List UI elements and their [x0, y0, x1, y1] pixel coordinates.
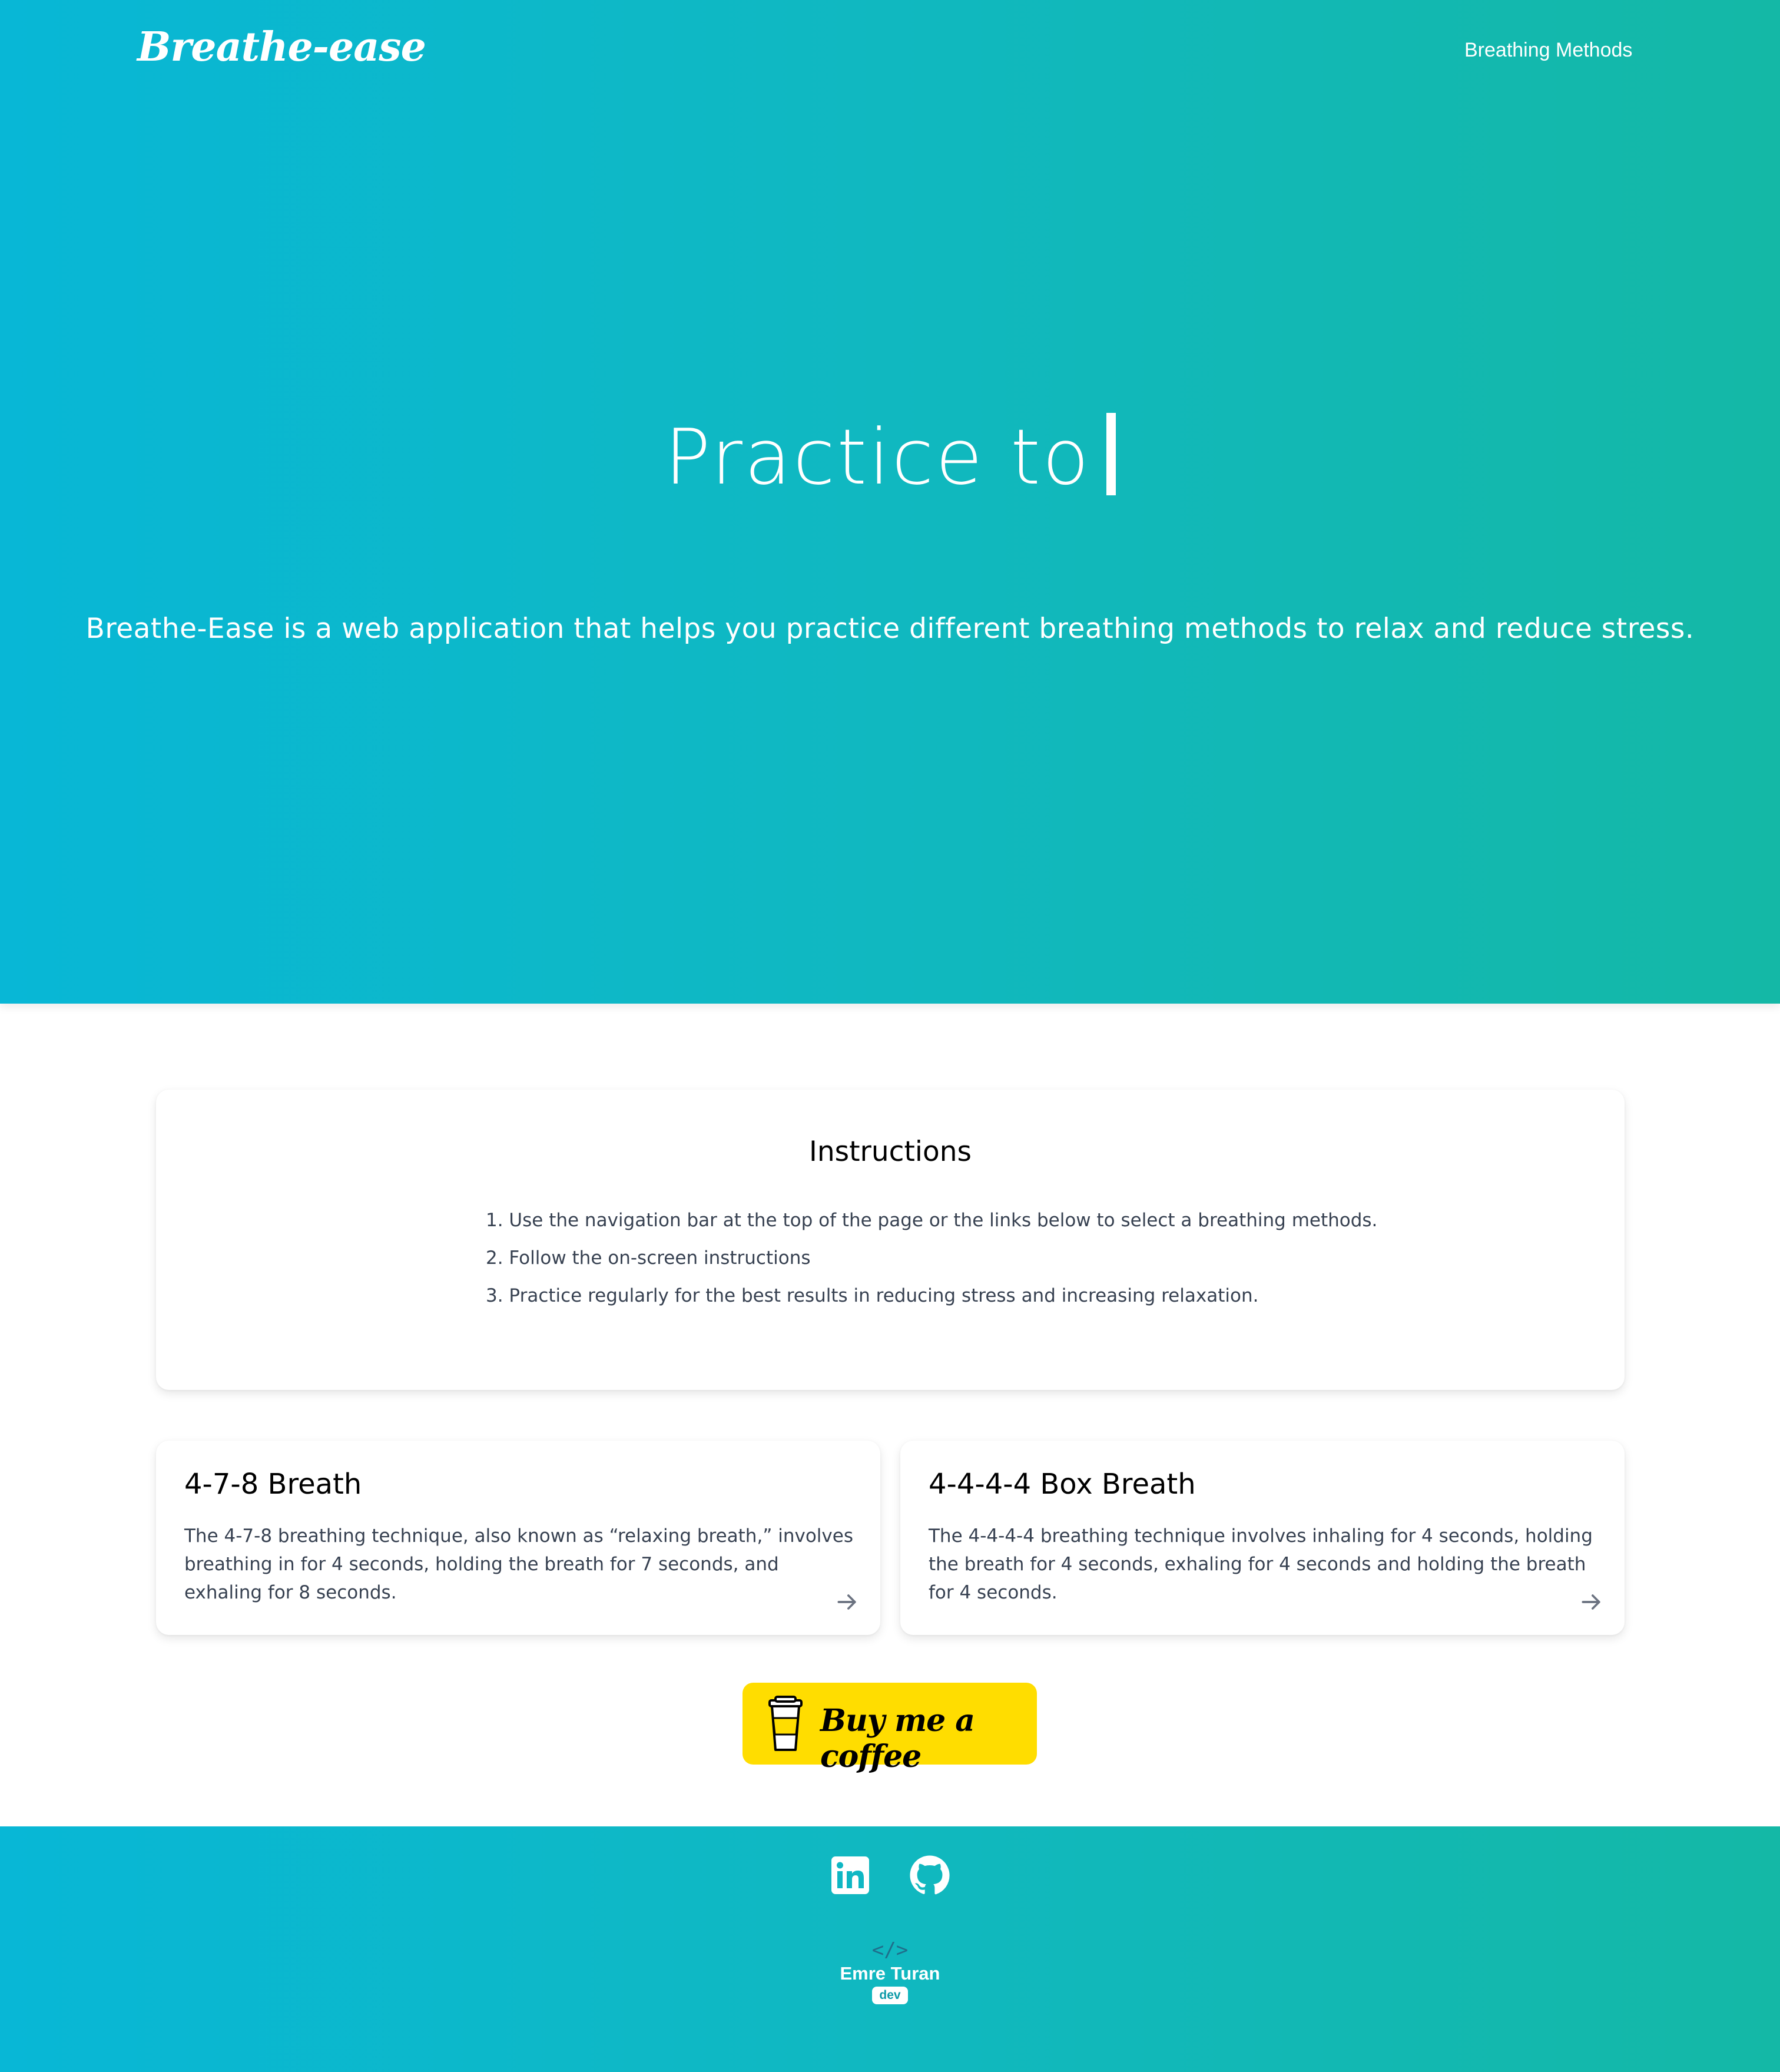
- method-title: 4-7-8 Breath: [184, 1468, 362, 1501]
- hero-title: Practice to: [0, 412, 1780, 502]
- method-description: The 4-4-4-4 breathing technique involves…: [929, 1525, 1593, 1603]
- instructions-list: 1. Use the navigation bar at the top of …: [486, 1202, 1377, 1315]
- method-title: 4-4-4-4 Box Breath: [929, 1468, 1196, 1501]
- hero-subtitle: Breathe-Ease is a web application that h…: [85, 613, 1695, 645]
- hero-section: Breathe-ease Breathing Methods Practice …: [0, 0, 1780, 1004]
- instruction-item: 1. Use the navigation bar at the top of …: [486, 1210, 1378, 1231]
- dev-badge: dev: [872, 1987, 908, 2004]
- developer-credit[interactable]: </> Emre Turan dev: [0, 1938, 1780, 2004]
- github-icon[interactable]: [909, 1855, 950, 1896]
- developer-name: Emre Turan: [840, 1963, 940, 1984]
- brand-logo[interactable]: Breathe-ease: [137, 24, 426, 71]
- code-icon: </>: [871, 1938, 909, 1962]
- instructions-title: Instructions: [808, 1136, 972, 1168]
- typing-cursor: [1106, 413, 1116, 495]
- instructions-card: Instructions 1. Use the navigation bar a…: [156, 1090, 1625, 1390]
- coffee-cup-icon: [768, 1696, 803, 1751]
- buy-me-a-coffee-button[interactable]: Buy me a coffee: [743, 1683, 1037, 1775]
- footer: </> Emre Turan dev: [0, 1826, 1780, 2072]
- coffee-label: Buy me a coffee: [820, 1703, 975, 1775]
- nav-link-breathing-methods[interactable]: Breathing Methods: [1464, 39, 1632, 62]
- method-card-478[interactable]: 4-7-8 Breath The 4-7-8 breathing techniq…: [156, 1441, 880, 1635]
- hero-title-text: Practice to: [664, 412, 1091, 502]
- arrow-right-icon[interactable]: [1579, 1589, 1605, 1615]
- linkedin-icon[interactable]: [830, 1855, 871, 1896]
- method-description: The 4-7-8 breathing technique, also know…: [184, 1525, 853, 1603]
- method-card-box[interactable]: 4-4-4-4 Box Breath The 4-4-4-4 breathing…: [900, 1441, 1625, 1635]
- instruction-item: 2. Follow the on-screen instructions: [486, 1247, 811, 1269]
- arrow-right-icon[interactable]: [834, 1589, 860, 1615]
- instruction-item: 3. Practice regularly for the best resul…: [486, 1285, 1259, 1306]
